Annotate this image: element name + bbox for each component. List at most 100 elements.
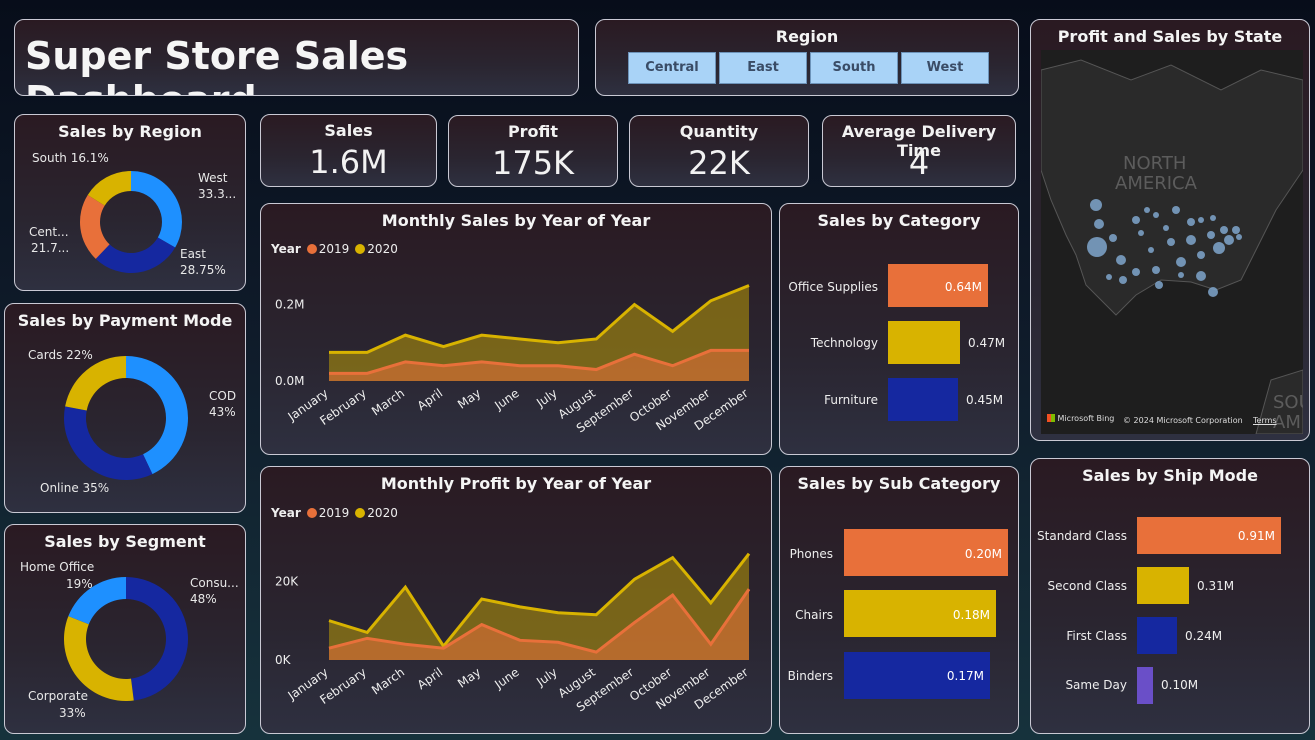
shipmode-bar-same-day[interactable]: [1137, 667, 1153, 704]
segment-label-home-office-value: 19%: [66, 577, 93, 591]
region-option-south[interactable]: South: [810, 52, 898, 84]
kpi-quantity-value: 22K: [688, 144, 750, 182]
shipmode-value-second: 0.31M: [1197, 579, 1235, 593]
state-bubble[interactable]: [1155, 281, 1163, 289]
shipmode-value-same-day: 0.10M: [1161, 678, 1199, 692]
sales-by-region-card: Sales by Region South 16.1% West 33.3...…: [14, 114, 246, 291]
subcategory-value-binders: 0.17M: [946, 669, 984, 683]
state-bubble[interactable]: [1210, 215, 1216, 221]
state-bubble[interactable]: [1220, 226, 1228, 234]
region-option-west[interactable]: West: [901, 52, 989, 84]
state-bubble[interactable]: [1152, 266, 1160, 274]
state-bubble[interactable]: [1207, 231, 1215, 239]
region-option-east[interactable]: East: [719, 52, 807, 84]
state-bubble[interactable]: [1176, 257, 1186, 267]
region-slicer-title: Region: [775, 27, 839, 46]
state-bubble[interactable]: [1167, 238, 1175, 246]
donut-slice-cod[interactable]: [126, 356, 188, 475]
state-bubble[interactable]: [1224, 235, 1234, 245]
kpi-profit-label: Profit: [507, 122, 559, 141]
state-bubble[interactable]: [1186, 235, 1196, 245]
y-tick-label: 0K: [275, 653, 292, 667]
category-bar-furniture[interactable]: [888, 378, 958, 421]
state-bubble[interactable]: [1119, 276, 1127, 284]
kpi-delivery-value: 4: [908, 144, 930, 182]
monthly-sales-card: Monthly Sales by Year of Year Year 2019 20…: [260, 203, 772, 455]
state-bubble[interactable]: [1153, 212, 1159, 218]
shipmode-label-second: Second Class: [1047, 579, 1127, 593]
payment-label-cod-name: COD: [209, 389, 237, 403]
payment-label-online: Online 35%: [40, 481, 110, 495]
shipmode-bar-first[interactable]: [1137, 617, 1177, 654]
state-bubble[interactable]: [1187, 218, 1195, 226]
monthly-profit-card: Monthly Profit by Year of Year Year 2019 2…: [260, 466, 772, 734]
x-tick-label: June: [491, 665, 521, 692]
region-label-east-value: 28.75%: [180, 263, 226, 277]
y-tick-label: 0.0M: [275, 374, 304, 388]
map-svg: [1041, 59, 1303, 434]
bing-text: Microsoft Bing: [1057, 414, 1115, 423]
state-bubble[interactable]: [1132, 268, 1140, 276]
monthly-profit-chart[interactable]: 0K20KJanuaryFebruary March April May June Jul…: [261, 467, 772, 734]
state-bubble[interactable]: [1094, 219, 1104, 229]
state-bubble[interactable]: [1198, 217, 1204, 223]
donut-slice-cards[interactable]: [65, 356, 126, 411]
donut-slice-west[interactable]: [131, 171, 182, 248]
kpi-sales-value: 1.6M: [309, 143, 388, 181]
category-value-technology: 0.47M: [968, 336, 1006, 350]
subcategory-label-binders: Binders: [787, 669, 833, 683]
state-bubble[interactable]: [1163, 225, 1169, 231]
state-bubble[interactable]: [1232, 226, 1240, 234]
category-label-furniture: Furniture: [824, 393, 878, 407]
state-bubble[interactable]: [1087, 237, 1107, 257]
sales-by-ship-mode-title: Sales by Ship Mode: [1082, 466, 1258, 485]
region-option-central[interactable]: Central: [628, 52, 716, 84]
y-tick-label: 20K: [275, 574, 299, 588]
donut-slice-consumer[interactable]: [126, 577, 188, 701]
bing-icon: [1047, 414, 1055, 422]
monthly-sales-chart[interactable]: 0.0M0.2MJanuaryFebruary March April May June…: [261, 204, 772, 455]
sales-by-category-card: Sales by Category Office Supplies Techno…: [779, 203, 1019, 455]
category-value-office-supplies: 0.64M: [944, 280, 982, 294]
category-label-office-supplies: Office Supplies: [788, 280, 878, 294]
state-bubble[interactable]: [1197, 251, 1205, 259]
region-label-central-name: Cent...: [29, 225, 69, 239]
map-terms-link[interactable]: Terms: [1253, 416, 1277, 425]
state-bubble[interactable]: [1172, 206, 1180, 214]
state-bubble[interactable]: [1144, 207, 1150, 213]
sales-by-subcategory-title: Sales by Sub Category: [797, 474, 1001, 493]
state-bubble[interactable]: [1196, 271, 1206, 281]
map-canvas[interactable]: NORTH AMERICA SOU AME Microsoft Bing © 2…: [1041, 50, 1303, 434]
subcategory-value-chairs: 0.18M: [952, 608, 990, 622]
y-tick-label: 0.2M: [275, 298, 304, 312]
category-value-furniture: 0.45M: [966, 393, 1004, 407]
donut-slice-online[interactable]: [64, 406, 153, 480]
state-bubble[interactable]: [1109, 234, 1117, 242]
sales-by-category-title: Sales by Category: [817, 211, 981, 230]
state-bubble[interactable]: [1213, 242, 1225, 254]
sales-by-segment-card: Sales by Segment Home Office 19% Consu..…: [4, 524, 246, 734]
state-bubble[interactable]: [1106, 274, 1112, 280]
shipmode-label-same-day: Same Day: [1065, 678, 1127, 692]
state-bubble[interactable]: [1236, 234, 1242, 240]
state-bubble[interactable]: [1208, 287, 1218, 297]
segment-label-corporate-value: 33%: [59, 706, 86, 720]
state-bubble[interactable]: [1178, 272, 1184, 278]
region-label-central-value: 21.7...: [31, 241, 70, 255]
state-bubble[interactable]: [1132, 216, 1140, 224]
x-tick-label: May: [455, 665, 483, 691]
subcategory-value-phones: 0.20M: [964, 547, 1002, 561]
region-label-south: South 16.1%: [32, 151, 109, 165]
map-label-sou: SOU: [1273, 392, 1303, 413]
state-bubble[interactable]: [1148, 247, 1154, 253]
state-bubble[interactable]: [1116, 255, 1126, 265]
bing-logo: Microsoft Bing: [1047, 414, 1114, 423]
map-label-north: NORTH: [1123, 153, 1187, 174]
kpi-sales-card: Sales 1.6M: [260, 114, 437, 187]
category-bar-technology[interactable]: [888, 321, 960, 364]
state-bubble[interactable]: [1138, 230, 1144, 236]
dashboard-title: Super Store Sales Dashboard: [25, 34, 409, 95]
state-bubble[interactable]: [1090, 199, 1102, 211]
region-label-west-value: 33.3...: [198, 187, 237, 201]
shipmode-bar-second[interactable]: [1137, 567, 1189, 604]
